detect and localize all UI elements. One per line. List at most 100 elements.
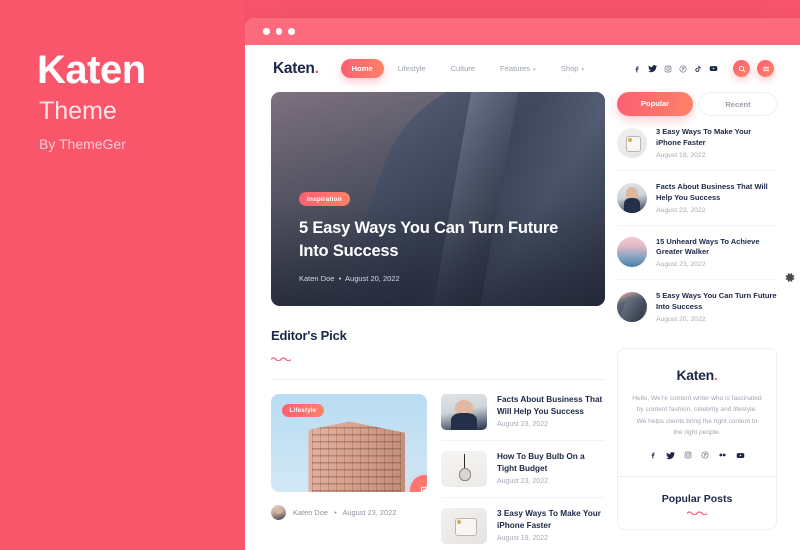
list-item-title[interactable]: 15 Unheard Ways To Achieve Greater Walke… — [656, 237, 777, 259]
browser-window: Katen. Home Lifestyle Culture Features ▾ … — [245, 18, 800, 550]
squiggle-divider-icon — [270, 348, 605, 366]
menu-item-lifestyle[interactable]: Lifestyle — [387, 59, 437, 78]
list-item-title[interactable]: 3 Easy Ways To Make Your iPhone Faster — [497, 508, 605, 531]
list-item-thumbnail — [617, 237, 647, 268]
list-item[interactable]: 5 Easy Ways You Can Turn Future Into Suc… — [617, 279, 777, 334]
list-item-title[interactable]: Facts About Business That Will Help You … — [497, 394, 605, 417]
promo-panel: Katen Theme By ThemeGer — [0, 0, 245, 550]
about-logo-dot: . — [713, 367, 718, 383]
featured-separator: • — [334, 508, 337, 517]
main-column: Inspiration 5 Easy Ways You Can Turn Fut… — [270, 92, 605, 550]
hero-title[interactable]: 5 Easy Ways You Can Turn Future Into Suc… — [299, 217, 575, 262]
page-content: Inspiration 5 Easy Ways You Can Turn Fut… — [245, 92, 800, 550]
hero-article-card[interactable]: Inspiration 5 Easy Ways You Can Turn Fut… — [271, 92, 605, 306]
list-item-date: August 23, 2022 — [656, 261, 706, 269]
promo-title: Katen — [37, 48, 146, 92]
featured-author: Katen Doe — [293, 508, 328, 517]
squiggle-divider-icon — [632, 510, 762, 516]
featured-image[interactable]: Lifestyle — [271, 394, 427, 492]
sidebar-tab-popular[interactable]: Popular — [617, 92, 693, 116]
site-logo-text: Katen — [273, 59, 315, 77]
list-item-thumbnail — [441, 508, 487, 544]
header-actions — [633, 60, 774, 77]
tiktok-icon[interactable] — [694, 65, 702, 73]
menu-item-home[interactable]: Home — [340, 59, 384, 78]
list-item-date: August 20, 2022 — [656, 316, 706, 323]
list-item[interactable]: 15 Unheard Ways To Achieve Greater Walke… — [617, 224, 777, 280]
featured-date: August 23, 2022 — [342, 508, 397, 517]
list-item-date: August 23, 2022 — [497, 478, 548, 486]
list-item-date: August 19, 2022 — [656, 151, 706, 159]
facebook-icon[interactable] — [633, 65, 641, 73]
window-close-icon[interactable] — [263, 28, 270, 35]
header-social-links — [633, 64, 718, 73]
chevron-down-icon: ▾ — [581, 67, 585, 73]
list-item[interactable]: 3 Easy Ways To Make Your iPhone Faster A… — [441, 497, 605, 550]
flickr-icon[interactable] — [718, 451, 727, 459]
twitter-icon[interactable] — [666, 451, 675, 460]
promo-subtitle: Theme — [39, 97, 117, 125]
editors-pick-featured[interactable]: Lifestyle Katen Doe • August 23, 2022 — [271, 394, 427, 550]
youtube-icon[interactable] — [736, 451, 745, 460]
pinterest-icon[interactable] — [701, 451, 709, 459]
browser-chrome — [245, 18, 800, 45]
instagram-icon[interactable] — [684, 451, 692, 459]
about-logo: Katen. — [632, 367, 762, 383]
featured-building-photo — [308, 421, 406, 492]
site-header: Katen. Home Lifestyle Culture Features ▾ … — [245, 45, 800, 92]
search-button[interactable] — [733, 60, 750, 77]
instagram-icon[interactable] — [664, 65, 672, 73]
chevron-down-icon: ▾ — [533, 67, 536, 73]
about-social-links — [632, 451, 762, 460]
settings-button[interactable] — [780, 268, 798, 286]
search-icon — [738, 65, 745, 72]
editors-pick-title: Editor's Pick — [271, 328, 347, 343]
editors-pick-grid: Lifestyle Katen Doe • August 23, 2022 Fa… — [271, 394, 605, 550]
hero-meta: Katen Doe • August 20, 2022 — [299, 274, 575, 283]
avatar — [271, 505, 286, 520]
gallery-button[interactable] — [410, 475, 427, 492]
youtube-icon[interactable] — [709, 64, 718, 73]
sidebar-post-list: 3 Easy Ways To Make Your iPhone Faster A… — [617, 116, 777, 334]
list-item-thumbnail — [617, 292, 647, 323]
list-item-date: August 19, 2022 — [497, 535, 548, 543]
hero-category-badge[interactable]: Inspiration — [299, 192, 350, 207]
site-content: Katen. Home Lifestyle Culture Features ▾ … — [245, 45, 800, 550]
about-text: Hello, We're content writer who is fasci… — [632, 395, 762, 436]
list-item-thumbnail — [441, 394, 487, 430]
menu-item-culture[interactable]: Culture — [440, 59, 486, 78]
sidebar: Popular Recent 3 Easy Ways To Make Your … — [617, 92, 777, 550]
list-item[interactable]: Facts About Business That Will Help You … — [441, 394, 605, 440]
section-divider — [271, 379, 605, 380]
editors-pick-list: Facts About Business That Will Help You … — [441, 394, 605, 550]
menu-item-features[interactable]: Features ▾ — [489, 59, 547, 78]
gallery-icon — [420, 486, 427, 492]
sidebar-tab-recent[interactable]: Recent — [699, 92, 777, 116]
hero-date: August 20, 2022 — [345, 274, 400, 283]
window-minimize-icon[interactable] — [275, 28, 282, 35]
popular-posts-title: Popular Posts — [661, 493, 733, 506]
featured-category-badge[interactable]: Lifestyle — [282, 404, 324, 417]
list-item-title[interactable]: 5 Easy Ways You Can Turn Future Into Suc… — [656, 291, 777, 313]
facebook-icon[interactable] — [649, 451, 657, 459]
pinterest-icon[interactable] — [679, 65, 687, 73]
site-logo-dot: . — [314, 59, 319, 77]
list-item[interactable]: 3 Easy Ways To Make Your iPhone Faster A… — [617, 116, 777, 170]
featured-meta: Katen Doe • August 23, 2022 — [271, 505, 427, 520]
hero-author: Katen Doe — [299, 274, 335, 283]
list-item-title[interactable]: How To Buy Bulb On a Tight Budget — [497, 451, 605, 474]
twitter-icon[interactable] — [648, 64, 657, 73]
list-item-date: August 23, 2022 — [497, 421, 548, 429]
list-item-title[interactable]: Facts About Business That Will Help You … — [656, 182, 777, 204]
list-item-thumbnail — [617, 182, 647, 213]
featured-meta-text: Katen Doe • August 23, 2022 — [293, 508, 396, 517]
menu-button[interactable] — [757, 60, 774, 77]
list-item[interactable]: How To Buy Bulb On a Tight Budget August… — [441, 440, 605, 497]
promo-byline: By ThemeGer — [39, 136, 126, 152]
list-item-title[interactable]: 3 Easy Ways To Make Your iPhone Faster — [656, 127, 777, 149]
site-logo[interactable]: Katen. — [273, 60, 319, 78]
window-maximize-icon[interactable] — [288, 28, 295, 35]
sidebar-tabs: Popular Recent — [617, 92, 777, 116]
menu-item-shop[interactable]: Shop ▾ — [550, 59, 596, 78]
list-item[interactable]: Facts About Business That Will Help You … — [617, 169, 777, 225]
